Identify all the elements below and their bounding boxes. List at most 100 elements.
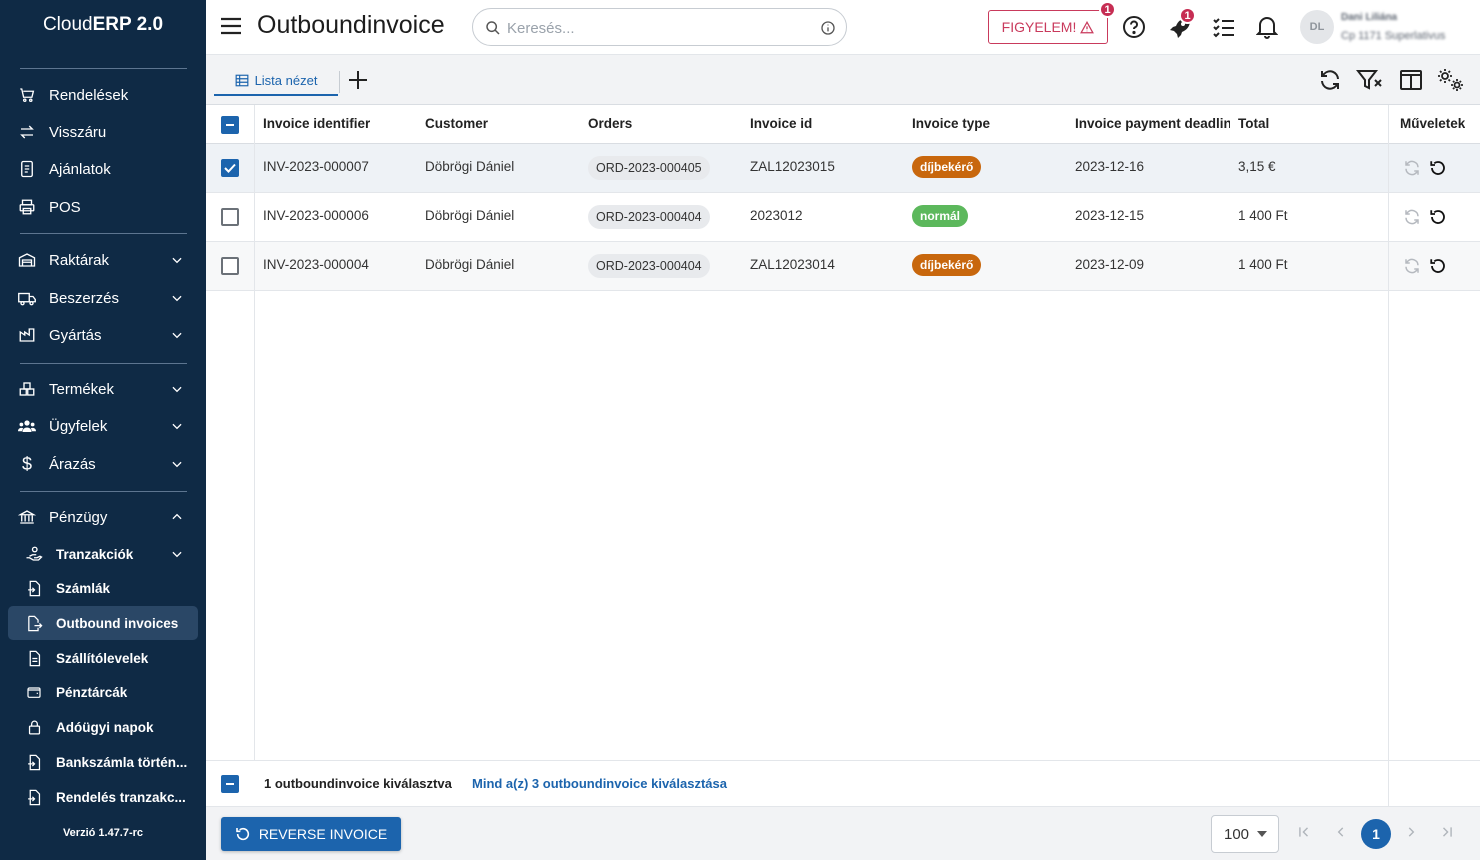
bell-icon[interactable] (1256, 15, 1278, 39)
chevron-down-icon (170, 253, 184, 267)
sidebar-item-label: Rendelések (49, 86, 129, 104)
current-page-button[interactable]: 1 (1361, 819, 1391, 849)
row-checkbox[interactable] (221, 257, 239, 275)
user-subtitle: Cp 1171 Superlativus (1341, 30, 1446, 42)
sync-icon[interactable] (1403, 257, 1421, 275)
sidebar-item-label: Adóügyi napok (56, 719, 154, 735)
sidebar-item-ugyfelek[interactable]: Ügyfelek (8, 409, 198, 443)
columns-icon[interactable] (1399, 68, 1423, 92)
selection-checkbox[interactable] (221, 775, 239, 793)
tab-list-view[interactable]: Lista nézet (214, 66, 338, 96)
help-icon[interactable] (1122, 15, 1146, 39)
printer-icon (16, 196, 38, 218)
view-toolbar: Lista nézet (206, 55, 1480, 105)
search-input[interactable] (507, 17, 807, 39)
sidebar-item-rendelesek[interactable]: Rendelések (8, 78, 198, 112)
sidebar-item-label: Raktárak (49, 251, 110, 269)
invoice-total: 1 400 Ft (1238, 208, 1288, 223)
select-all-checkbox[interactable] (221, 116, 239, 134)
chevron-down-icon (170, 328, 184, 342)
sidebar-item-penztarcak[interactable]: Pénztárcák (8, 675, 198, 709)
reverse-icon[interactable] (1429, 159, 1447, 177)
sidebar-item-arazas[interactable]: $ Árazás (8, 447, 198, 481)
column-divider (1388, 105, 1389, 808)
sidebar-item-gyartas[interactable]: Gyártás (8, 318, 198, 352)
cart-icon (16, 84, 38, 106)
users-icon (16, 415, 38, 437)
column-divider (1388, 761, 1389, 808)
first-page-icon[interactable] (1297, 825, 1311, 839)
alert-button[interactable]: FIGYELEM! (988, 10, 1108, 44)
file-import-icon (25, 788, 43, 806)
sidebar-item-outbound-invoices[interactable]: Outbound invoices (8, 606, 198, 640)
sidebar-item-penzugy[interactable]: Pénzügy (8, 500, 198, 534)
sidebar-item-termekek[interactable]: Termékek (8, 372, 198, 406)
row-checkbox[interactable] (221, 159, 239, 177)
order-chip[interactable]: ORD-2023-000404 (588, 254, 710, 278)
version-label: Verzió 1.47.7-rc (62, 827, 144, 839)
table-row[interactable]: INV-2023-000006 Döbrögi Dániel ORD-2023-… (206, 193, 1480, 242)
user-name: Dani Liliána (1341, 12, 1398, 23)
sidebar-item-label: Gyártás (49, 326, 102, 344)
tasks-icon[interactable] (1212, 15, 1236, 39)
order-chip[interactable]: ORD-2023-000404 (588, 205, 710, 229)
sidebar-item-ajanlatok[interactable]: Ajánlatok (8, 152, 198, 186)
reverse-invoice-button[interactable]: REVERSE INVOICE (221, 817, 401, 851)
filter-icon[interactable] (1356, 68, 1384, 92)
sidebar-item-label: Szállítólevelek (56, 650, 149, 666)
refresh-icon[interactable] (1318, 68, 1342, 92)
next-page-icon[interactable] (1404, 825, 1418, 839)
lock-icon (25, 718, 43, 736)
row-checkbox[interactable] (221, 208, 239, 226)
sidebar-item-adougyi-napok[interactable]: Adóügyi napok (8, 710, 198, 744)
sidebar-item-tranzakciok[interactable]: Tranzakciók (8, 537, 198, 571)
select-all-link[interactable]: Mind a(z) 3 outboundinvoice kiválasztása (472, 776, 727, 791)
sync-icon[interactable] (1403, 159, 1421, 177)
sidebar-item-szallitolevelek[interactable]: Szállítólevelek (8, 641, 198, 675)
column-header[interactable]: Invoice payment deadline (1075, 116, 1230, 131)
sidebar-divider (20, 491, 187, 492)
sidebar-item-beszerzes[interactable]: Beszerzés (8, 281, 198, 315)
reverse-icon[interactable] (1429, 257, 1447, 275)
table-row[interactable]: INV-2023-000007 Döbrögi Dániel ORD-2023-… (206, 144, 1480, 193)
column-divider (254, 105, 255, 760)
invoice-type-badge: díjbekérő (912, 156, 982, 178)
app-logo[interactable]: CloudERP 2.0 (0, 14, 206, 36)
invoice-total: 3,15 € (1238, 159, 1276, 174)
sidebar-item-visszaru[interactable]: Visszáru (8, 115, 198, 149)
column-header[interactable]: Orders (588, 116, 632, 131)
warehouse-icon (16, 249, 38, 271)
invoice-id: ZAL12023015 (750, 159, 835, 174)
invoice-identifier: INV-2023-000006 (263, 208, 369, 223)
invoice-identifier: INV-2023-000007 (263, 159, 369, 174)
reverse-icon[interactable] (1429, 208, 1447, 226)
add-view-icon[interactable] (346, 68, 370, 92)
column-header[interactable]: Total (1238, 116, 1269, 131)
settings-icon[interactable] (1436, 67, 1466, 93)
order-chip[interactable]: ORD-2023-000405 (588, 156, 710, 180)
info-icon[interactable] (820, 20, 836, 36)
sidebar-item-raktarak[interactable]: Raktárak (8, 243, 198, 277)
document-icon (16, 158, 38, 180)
column-header[interactable]: Customer (425, 116, 488, 131)
sidebar-item-szamlak[interactable]: Számlák (8, 571, 198, 605)
prev-page-icon[interactable] (1334, 825, 1348, 839)
menu-icon[interactable] (220, 16, 242, 36)
file-icon (25, 649, 43, 667)
table-row[interactable]: INV-2023-000004 Döbrögi Dániel ORD-2023-… (206, 242, 1480, 291)
last-page-icon[interactable] (1440, 825, 1454, 839)
column-header[interactable]: Invoice type (912, 116, 990, 131)
invoice-table: Invoice identifier Customer Orders Invoi… (206, 105, 1480, 808)
sync-icon[interactable] (1403, 208, 1421, 226)
sidebar-item-rendeles-tranzakciok[interactable]: Rendelés tranzakc... (8, 780, 198, 814)
invoice-identifier: INV-2023-000004 (263, 257, 369, 272)
invoice-id: ZAL12023014 (750, 257, 835, 272)
column-header[interactable]: Invoice identifier (263, 116, 370, 131)
sidebar-divider (20, 363, 187, 364)
avatar[interactable]: DL (1300, 10, 1334, 44)
page-size-select[interactable]: 100 (1211, 815, 1279, 853)
column-header[interactable]: Invoice id (750, 116, 812, 131)
customer-name: Döbrögi Dániel (425, 159, 515, 174)
sidebar-item-pos[interactable]: POS (8, 190, 198, 224)
sidebar-item-bankszamla[interactable]: Bankszámla történ... (8, 745, 198, 779)
